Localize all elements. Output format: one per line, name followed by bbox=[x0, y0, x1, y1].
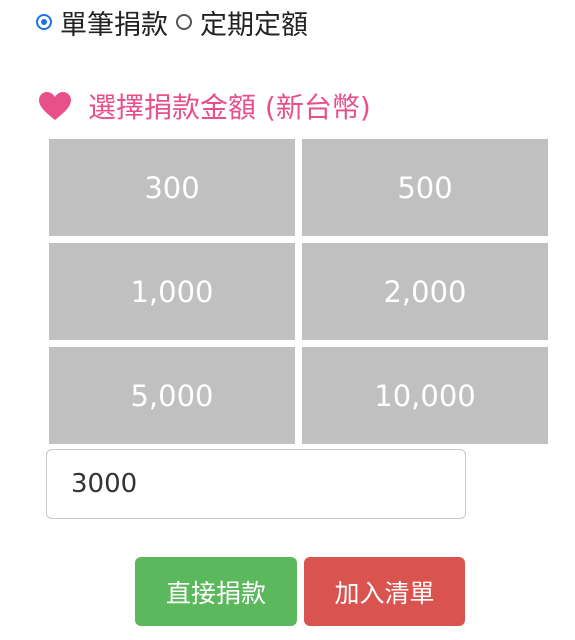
recurring-donation-radio[interactable] bbox=[176, 14, 192, 30]
donation-type-group: 單筆捐款 定期定額 bbox=[36, 2, 312, 42]
recurring-donation-label[interactable]: 定期定額 bbox=[200, 3, 308, 42]
amount-section-title: 選擇捐款金額 (新台幣) bbox=[88, 91, 371, 124]
amount-grid: 300 500 1,000 2,000 5,000 10,000 bbox=[49, 139, 548, 444]
amount-section-heading: 選擇捐款金額 (新台幣) bbox=[38, 86, 371, 126]
amount-option-2000[interactable]: 2,000 bbox=[302, 243, 548, 340]
amount-option-1000[interactable]: 1,000 bbox=[49, 243, 295, 340]
donation-form: 單筆捐款 定期定額 選擇捐款金額 (新台幣) 300 500 1,000 2,0… bbox=[0, 0, 575, 640]
single-donation-label[interactable]: 單筆捐款 bbox=[60, 3, 168, 42]
heart-icon bbox=[39, 92, 71, 120]
amount-option-300[interactable]: 300 bbox=[49, 139, 295, 236]
single-donation-radio[interactable] bbox=[36, 14, 52, 30]
amount-option-5000[interactable]: 5,000 bbox=[49, 347, 295, 444]
amount-option-10000[interactable]: 10,000 bbox=[302, 347, 548, 444]
custom-amount-input[interactable] bbox=[46, 449, 466, 519]
add-to-list-button[interactable]: 加入清單 bbox=[304, 557, 465, 626]
donate-now-button[interactable]: 直接捐款 bbox=[135, 557, 297, 626]
amount-option-500[interactable]: 500 bbox=[302, 139, 548, 236]
